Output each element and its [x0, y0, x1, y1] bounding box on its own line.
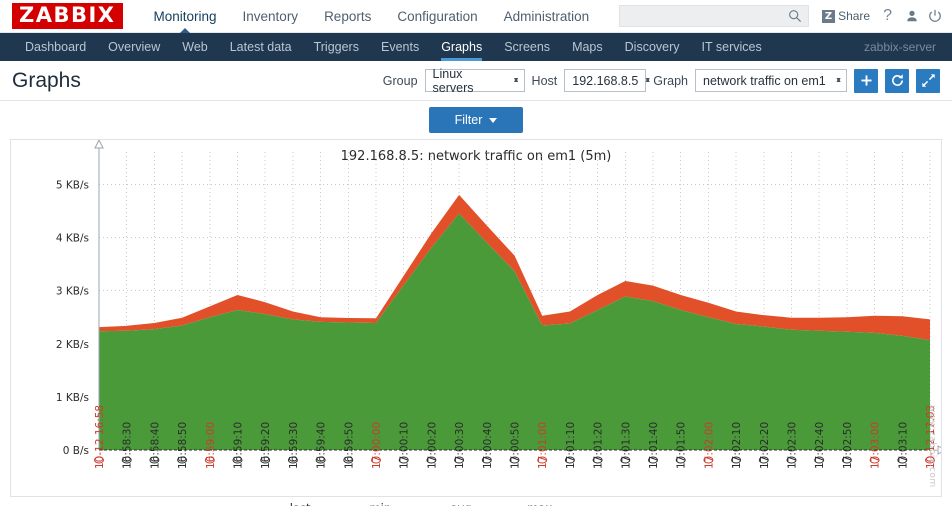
subnav-item-events[interactable]: Events: [370, 33, 430, 61]
subnav-item-graphs[interactable]: Graphs: [430, 33, 493, 61]
app-header: ZABBIX Monitoring Inventory Reports Conf…: [0, 0, 952, 34]
graph-select-value: network traffic on em1: [703, 73, 826, 88]
refresh-button[interactable]: [885, 68, 909, 93]
graph-select[interactable]: network traffic on em1 ▲ ▼: [695, 69, 847, 92]
page-title-row: Graphs Group Linux servers ▲ ▼ Host 192.1…: [0, 61, 952, 101]
svg-text:0 B/s: 0 B/s: [63, 445, 89, 457]
svg-text:1 KB/s: 1 KB/s: [56, 392, 89, 404]
subnav-item-maps[interactable]: Maps: [561, 33, 614, 61]
svg-text:17:00:40: 17:00:40: [482, 422, 494, 469]
svg-text:17:01:40: 17:01:40: [648, 422, 660, 469]
svg-text:16:59:10: 16:59:10: [233, 422, 245, 469]
subnav-item-web[interactable]: Web: [171, 33, 218, 61]
refresh-icon: [891, 74, 903, 86]
svg-text:17:01:10: 17:01:10: [565, 422, 577, 469]
svg-text:17:02:00: 17:02:00: [703, 422, 715, 469]
svg-text:16:59:20: 16:59:20: [260, 422, 272, 469]
user-icon[interactable]: [905, 9, 919, 23]
svg-text:17:01:30: 17:01:30: [620, 422, 632, 469]
plus-icon: [860, 75, 872, 86]
svg-text:16:58:30: 16:58:30: [122, 422, 134, 469]
subnav-item-latest-data[interactable]: Latest data: [219, 33, 303, 61]
graph-panel: 192.168.8.5: network traffic on em1 (5m)…: [10, 139, 942, 497]
page-title: Graphs: [12, 68, 81, 92]
nav-item-reports[interactable]: Reports: [311, 0, 384, 33]
legend-col-max: max: [472, 501, 552, 506]
power-icon[interactable]: [928, 9, 942, 23]
nav-item-inventory[interactable]: Inventory: [230, 0, 312, 33]
host-select-value: 192.168.8.5: [572, 73, 639, 88]
svg-text:17:00:30: 17:00:30: [454, 422, 466, 469]
header-actions: Z Share ?: [619, 5, 942, 27]
subnav-item-triggers[interactable]: Triggers: [303, 33, 370, 61]
svg-text:17:01:00: 17:01:00: [537, 422, 549, 469]
subnav-item-screens[interactable]: Screens: [493, 33, 561, 61]
svg-text:16:58:40: 16:58:40: [149, 422, 161, 469]
subnav-item-overview[interactable]: Overview: [97, 33, 171, 61]
group-select-value: Linux servers: [432, 66, 474, 95]
svg-text:17:00:20: 17:00:20: [426, 422, 438, 469]
main-navigation: Monitoring Inventory Reports Configurati…: [141, 0, 603, 34]
svg-text:4 KB/s: 4 KB/s: [56, 233, 89, 245]
svg-text:16:59:00: 16:59:00: [205, 422, 217, 469]
nav-item-monitoring[interactable]: Monitoring: [141, 0, 230, 34]
filter-label: Filter: [454, 113, 483, 127]
nav-item-administration[interactable]: Administration: [491, 0, 603, 33]
svg-text:17:02:20: 17:02:20: [759, 422, 771, 469]
svg-text:17:01:50: 17:01:50: [676, 422, 688, 469]
search-icon[interactable]: [788, 9, 802, 23]
fullscreen-button[interactable]: [916, 68, 940, 93]
share-label: Share: [838, 9, 871, 23]
zabbix-logo[interactable]: ZABBIX: [12, 3, 123, 29]
svg-text:17:02:10: 17:02:10: [731, 422, 743, 469]
network-traffic-area-chart: 0 B/s 1 KB/s 2 KB/s 3 KB/s 4 KB/s 5 KB/s 10-12…: [56, 140, 941, 469]
share-button[interactable]: Z Share: [818, 9, 870, 23]
graph-legend: last min avg max network traffic out em1…: [24, 501, 552, 506]
graph-label: Graph: [653, 73, 688, 88]
legend-col-last: last: [230, 501, 311, 506]
svg-text:17:02:40: 17:02:40: [814, 422, 826, 469]
svg-text:16:59:40: 16:59:40: [316, 422, 328, 469]
help-icon[interactable]: ?: [879, 7, 896, 25]
chevron-down-icon: [489, 117, 498, 123]
nav-item-configuration[interactable]: Configuration: [384, 0, 490, 33]
sub-navigation: Dashboard Overview Web Latest data Trigg…: [0, 33, 952, 61]
group-label: Group: [382, 73, 418, 88]
svg-text:17:02:30: 17:02:30: [787, 422, 799, 469]
svg-text:17:03:10: 17:03:10: [897, 422, 909, 469]
graph-selector-controls: Group Linux servers ▲ ▼ Host 192.168.8.5 …: [382, 66, 940, 95]
svg-text:2 KB/s: 2 KB/s: [56, 339, 89, 351]
search-input[interactable]: [626, 8, 789, 24]
legend-header-row: last min avg max: [24, 501, 552, 506]
subnav-item-dashboard[interactable]: Dashboard: [14, 33, 97, 61]
group-select[interactable]: Linux servers ▲ ▼: [424, 66, 525, 95]
svg-text:17:00:10: 17:00:10: [399, 422, 411, 469]
filter-toggle-button[interactable]: Filter: [428, 107, 524, 133]
svg-text:17:01:20: 17:01:20: [593, 422, 605, 469]
svg-text:16:59:50: 16:59:50: [343, 422, 355, 469]
legend-col-avg: avg: [391, 501, 472, 506]
svg-text:17:00:50: 17:00:50: [510, 422, 522, 469]
svg-text:5 KB/s: 5 KB/s: [56, 180, 89, 192]
svg-text:10-12 16:58: 10-12 16:58: [94, 405, 106, 469]
search-box[interactable]: [619, 5, 810, 27]
share-badge-icon: Z: [822, 9, 836, 23]
svg-text:17:03:00: 17:03:00: [870, 422, 882, 469]
add-graph-button[interactable]: [854, 68, 878, 93]
fullscreen-icon: [921, 74, 935, 87]
server-name-label: zabbix-server: [863, 40, 936, 54]
svg-text:16:59:30: 16:59:30: [288, 422, 300, 469]
zabbix-watermark: www.zabbix.com: [927, 405, 937, 488]
subnav-item-it-services[interactable]: IT services: [691, 33, 773, 61]
filter-row: Filter: [0, 101, 952, 139]
svg-text:3 KB/s: 3 KB/s: [56, 286, 89, 298]
subnav-item-discovery[interactable]: Discovery: [614, 33, 691, 61]
svg-text:17:00:00: 17:00:00: [371, 422, 383, 469]
host-label: Host: [531, 73, 558, 88]
svg-text:17:02:50: 17:02:50: [842, 422, 854, 469]
host-select[interactable]: 192.168.8.5 ▲ ▼: [564, 69, 651, 92]
legend-col-min: min: [311, 501, 391, 506]
svg-text:16:58:50: 16:58:50: [177, 422, 189, 469]
